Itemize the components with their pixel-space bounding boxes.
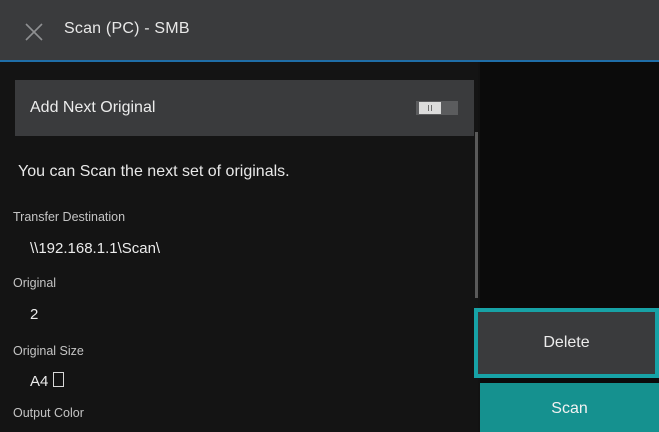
toggle-knob [419, 102, 441, 114]
add-next-original-label: Add Next Original [30, 99, 156, 116]
transfer-destination-label: Transfer Destination [13, 210, 126, 224]
original-size-field: A4 [30, 372, 65, 390]
close-icon [25, 23, 43, 41]
transfer-destination-value: \\192.168.1.1\Scan\ [30, 240, 161, 257]
scan-screen: Scan (PC) - SMB Add Next Original You ca… [0, 0, 659, 432]
portrait-paper-icon [53, 372, 65, 387]
output-color-label: Output Color [13, 406, 84, 420]
settings-panel: Add Next Original You can Scan the next … [0, 62, 478, 432]
page-title: Scan (PC) - SMB [64, 20, 190, 37]
scrollbar[interactable] [475, 132, 478, 298]
add-next-original-toggle[interactable] [416, 101, 458, 115]
title-bar: Scan (PC) - SMB [0, 0, 659, 62]
original-value: 2 [30, 306, 39, 323]
add-next-original-row[interactable]: Add Next Original [15, 80, 474, 136]
original-size-value: A4 [30, 373, 49, 390]
close-button[interactable] [20, 18, 48, 46]
scan-button[interactable]: Scan [480, 383, 659, 432]
info-message: You can Scan the next set of originals. [18, 163, 290, 180]
original-size-label: Original Size [13, 344, 84, 358]
delete-button[interactable]: Delete [474, 308, 659, 378]
original-label: Original [13, 276, 57, 290]
